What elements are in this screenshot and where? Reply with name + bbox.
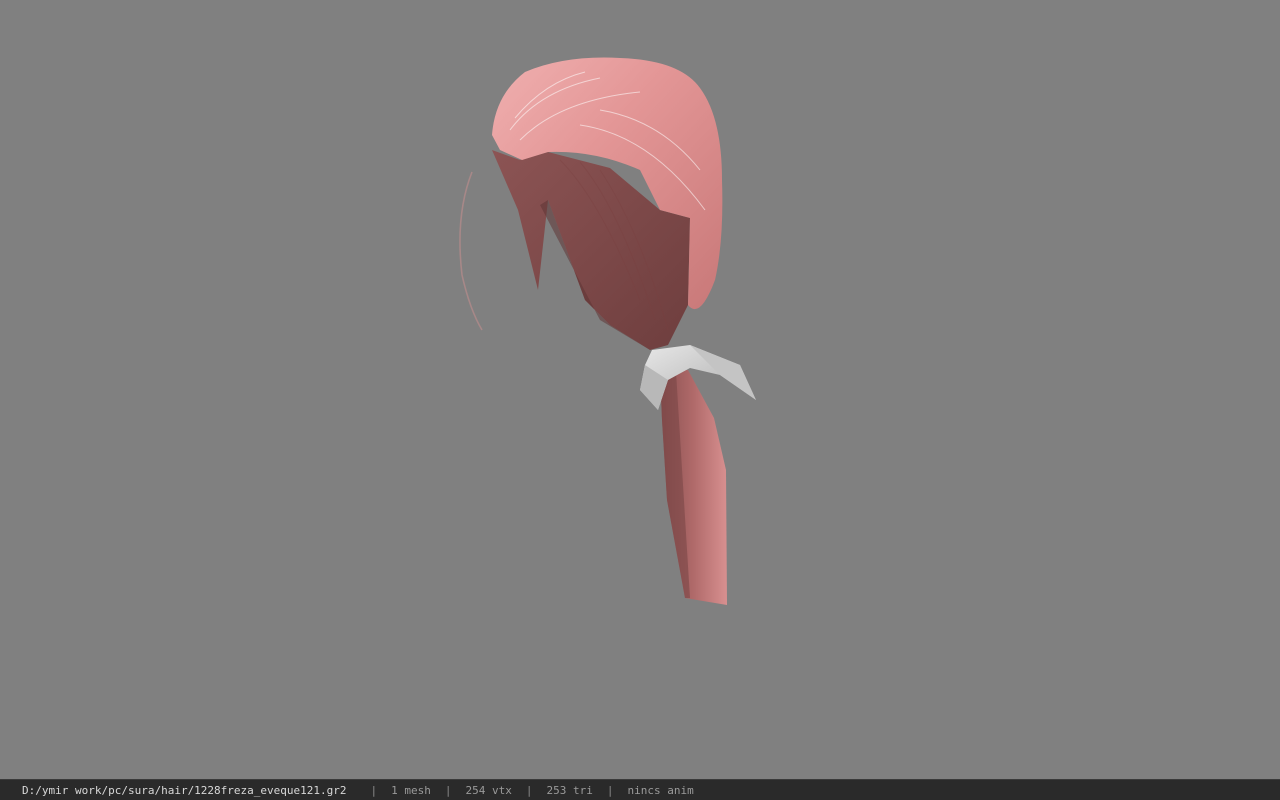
mesh-count: 1 mesh <box>391 783 431 797</box>
vertex-count: 254 vtx <box>465 783 512 797</box>
separator: | <box>444 783 452 797</box>
separator: | <box>370 783 378 797</box>
3d-viewport[interactable] <box>0 0 1280 779</box>
separator: | <box>606 783 614 797</box>
status-bar: D:/ymir work/pc/sura/hair/1228freza_eveq… <box>0 779 1280 800</box>
hair-model[interactable] <box>0 0 1280 779</box>
side-strand <box>459 171 483 331</box>
file-path: D:/ymir work/pc/sura/hair/1228freza_eveq… <box>22 783 347 797</box>
triangle-count: 253 tri <box>546 783 593 797</box>
separator: | <box>525 783 533 797</box>
anim-status: nincs anim <box>627 783 694 797</box>
